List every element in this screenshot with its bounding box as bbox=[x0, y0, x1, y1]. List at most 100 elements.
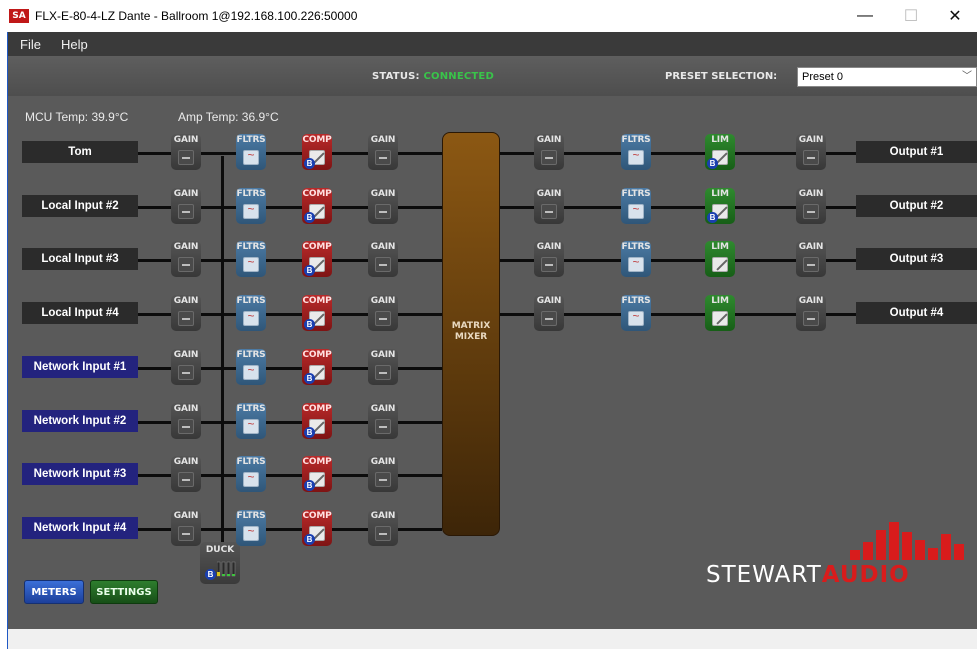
input-comp-block[interactable]: COMP B bbox=[302, 456, 332, 492]
input-comp-block[interactable]: COMP B bbox=[302, 510, 332, 546]
input-gain-block[interactable]: GAIN bbox=[171, 295, 201, 331]
gain-icon bbox=[178, 257, 194, 272]
input-gain-block[interactable]: GAIN bbox=[171, 349, 201, 385]
logo-text-stewart: STEWART bbox=[706, 562, 822, 588]
input-post-gain-block[interactable]: GAIN bbox=[368, 456, 398, 492]
output-gain-block[interactable]: GAIN bbox=[534, 295, 564, 331]
input-label-3[interactable]: Local Input #3 bbox=[22, 248, 138, 270]
output-gain-block[interactable]: GAIN bbox=[534, 188, 564, 224]
output-limiter-block-title: LIM bbox=[711, 296, 729, 306]
bypass-badge-icon: B bbox=[304, 373, 315, 384]
input-gain-block-title: GAIN bbox=[173, 296, 199, 306]
input-comp-block-title: COMP bbox=[302, 296, 332, 306]
input-post-gain-block-title: GAIN bbox=[370, 296, 396, 306]
input-post-gain-block[interactable]: GAIN bbox=[368, 510, 398, 546]
close-button[interactable]: ✕ bbox=[932, 0, 977, 32]
bypass-badge-icon: B bbox=[304, 480, 315, 491]
matrix-mixer-button[interactable]: MATRIX MIXER bbox=[442, 132, 500, 536]
output-filters-block[interactable]: FLTRS bbox=[621, 134, 651, 170]
output-post-gain-block[interactable]: GAIN bbox=[796, 241, 826, 277]
input-filters-block-title: FLTRS bbox=[236, 135, 266, 145]
input-gain-block[interactable]: GAIN bbox=[171, 241, 201, 277]
output-label-3[interactable]: Output #3 bbox=[856, 248, 977, 270]
input-post-gain-block[interactable]: GAIN bbox=[368, 188, 398, 224]
output-filters-block-title: FLTRS bbox=[621, 296, 651, 306]
window-border bbox=[0, 32, 8, 649]
logo-text-audio: AUDIO bbox=[821, 562, 910, 588]
input-filters-block[interactable]: FLTRS bbox=[236, 295, 266, 331]
input-gain-block[interactable]: GAIN bbox=[171, 134, 201, 170]
output-filters-block[interactable]: FLTRS bbox=[621, 241, 651, 277]
input-filters-block[interactable]: FLTRS bbox=[236, 510, 266, 546]
chevron-down-icon: ﹀ bbox=[962, 71, 972, 82]
input-comp-block-title: COMP bbox=[302, 350, 332, 360]
bypass-badge-icon: B bbox=[304, 265, 315, 276]
input-post-gain-block[interactable]: GAIN bbox=[368, 295, 398, 331]
output-label-1[interactable]: Output #1 bbox=[856, 141, 977, 163]
menu-help[interactable]: Help bbox=[53, 37, 96, 52]
output-limiter-block[interactable]: LIM B bbox=[705, 188, 735, 224]
input-post-gain-block[interactable]: GAIN bbox=[368, 134, 398, 170]
input-gain-block[interactable]: GAIN bbox=[171, 510, 201, 546]
input-comp-block[interactable]: COMP B bbox=[302, 188, 332, 224]
input-filters-block[interactable]: FLTRS bbox=[236, 456, 266, 492]
gain-icon bbox=[375, 419, 391, 434]
signal-flow-panel: STATUS: CONNECTED PRESET SELECTION: Pres… bbox=[8, 56, 977, 629]
preset-label: PRESET SELECTION: bbox=[665, 71, 778, 82]
output-limiter-block[interactable]: LIM bbox=[705, 241, 735, 277]
input-filters-block[interactable]: FLTRS bbox=[236, 403, 266, 439]
output-label-2[interactable]: Output #2 bbox=[856, 195, 977, 217]
input-post-gain-block[interactable]: GAIN bbox=[368, 403, 398, 439]
input-post-gain-block[interactable]: GAIN bbox=[368, 241, 398, 277]
input-comp-block[interactable]: COMP B bbox=[302, 241, 332, 277]
input-comp-block[interactable]: COMP B bbox=[302, 349, 332, 385]
output-post-gain-block-title: GAIN bbox=[798, 189, 824, 199]
input-filters-block[interactable]: FLTRS bbox=[236, 134, 266, 170]
input-comp-block[interactable]: COMP B bbox=[302, 134, 332, 170]
fltr-icon bbox=[628, 255, 644, 272]
input-post-gain-block[interactable]: GAIN bbox=[368, 349, 398, 385]
input-filters-block[interactable]: FLTRS bbox=[236, 241, 266, 277]
output-gain-block[interactable]: GAIN bbox=[534, 241, 564, 277]
input-filters-block-title: FLTRS bbox=[236, 296, 266, 306]
input-label-8[interactable]: Network Input #4 bbox=[22, 517, 138, 539]
input-gain-block[interactable]: GAIN bbox=[171, 403, 201, 439]
output-filters-block[interactable]: FLTRS bbox=[621, 188, 651, 224]
input-label-7[interactable]: Network Input #3 bbox=[22, 463, 138, 485]
meters-button[interactable]: METERS bbox=[24, 580, 84, 604]
output-post-gain-block[interactable]: GAIN bbox=[796, 188, 826, 224]
input-filters-block[interactable]: FLTRS bbox=[236, 349, 266, 385]
input-label-6[interactable]: Network Input #2 bbox=[22, 410, 138, 432]
input-label-5[interactable]: Network Input #1 bbox=[22, 356, 138, 378]
output-filters-block[interactable]: FLTRS bbox=[621, 295, 651, 331]
input-gain-block[interactable]: GAIN bbox=[171, 456, 201, 492]
bypass-badge-icon: B bbox=[707, 158, 718, 169]
fltr-icon bbox=[243, 470, 259, 487]
output-limiter-block[interactable]: LIM B bbox=[705, 134, 735, 170]
matrix-label-line1: MATRIX bbox=[451, 321, 491, 331]
output-gain-block[interactable]: GAIN bbox=[534, 134, 564, 170]
input-label-1[interactable]: Tom bbox=[22, 141, 138, 163]
bypass-badge-icon: B bbox=[304, 319, 315, 330]
input-comp-block[interactable]: COMP B bbox=[302, 295, 332, 331]
preset-dropdown[interactable]: Preset 0 ﹀ bbox=[797, 67, 977, 87]
settings-button[interactable]: SETTINGS bbox=[90, 580, 158, 604]
input-label-4[interactable]: Local Input #4 bbox=[22, 302, 138, 324]
output-post-gain-block[interactable]: GAIN bbox=[796, 134, 826, 170]
input-comp-block-title: COMP bbox=[302, 404, 332, 414]
menu-file[interactable]: File bbox=[12, 37, 49, 52]
fltr-icon bbox=[628, 148, 644, 165]
input-label-2[interactable]: Local Input #2 bbox=[22, 195, 138, 217]
minimize-button[interactable]: — bbox=[842, 0, 888, 32]
output-post-gain-block[interactable]: GAIN bbox=[796, 295, 826, 331]
maximize-button[interactable]: ☐ bbox=[888, 0, 934, 32]
input-filters-block[interactable]: FLTRS bbox=[236, 188, 266, 224]
input-comp-block[interactable]: COMP B bbox=[302, 403, 332, 439]
output-limiter-block[interactable]: LIM bbox=[705, 295, 735, 331]
output-label-4[interactable]: Output #4 bbox=[856, 302, 977, 324]
fltr-icon bbox=[243, 255, 259, 272]
input-gain-block[interactable]: GAIN bbox=[171, 188, 201, 224]
duck-block-button[interactable]: DUCK B bbox=[200, 542, 240, 584]
fltr-icon bbox=[243, 524, 259, 541]
input-filters-block-title: FLTRS bbox=[236, 511, 266, 521]
